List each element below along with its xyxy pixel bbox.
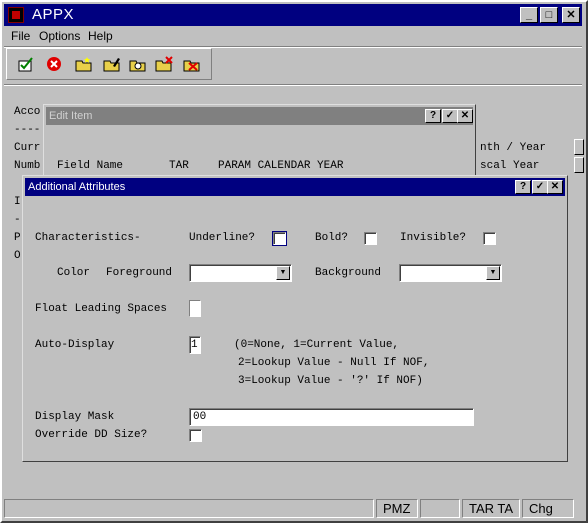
bg-line-3: Curr xyxy=(14,142,41,154)
foreground-select[interactable]: ▼ xyxy=(189,264,292,282)
bg-right-line-1: nth / Year xyxy=(480,142,547,154)
check-icon[interactable] xyxy=(17,56,35,72)
status-cell-pmz: PMZ xyxy=(376,499,418,518)
auto-help-line-3: 3=Lookup Value - '?' If NOF) xyxy=(238,375,423,387)
edit-item-ok-button[interactable]: ✓ xyxy=(442,109,458,123)
color-label: Color xyxy=(57,267,91,279)
edit-item-titlebar: Edit Item ? ✓ ✕ xyxy=(46,107,473,125)
auto-help-line-2: 2=Lookup Value - Null If NOF, xyxy=(238,357,430,369)
minimize-button[interactable]: _ xyxy=(520,7,538,23)
bold-label: Bold? xyxy=(315,232,349,244)
status-cell-tar: TAR TA xyxy=(462,499,520,518)
attr-dialog-title: Additional Attributes xyxy=(28,181,126,193)
edit-item-help-button[interactable]: ? xyxy=(425,109,441,123)
close-button[interactable]: ✕ xyxy=(562,7,580,23)
float-leading-label: Float Leading Spaces xyxy=(35,303,168,315)
maximize-button[interactable]: □ xyxy=(540,7,558,23)
chevron-down-icon[interactable]: ▼ xyxy=(486,266,500,280)
additional-attributes-dialog: Additional Attributes ? ✓ ✕ Characterist… xyxy=(22,175,568,462)
menu-bar: File Options Help xyxy=(4,28,582,46)
stop-icon[interactable] xyxy=(45,56,63,72)
folder-add-icon[interactable] xyxy=(75,56,93,72)
attr-help-button[interactable]: ? xyxy=(515,180,531,194)
folder-search-icon[interactable] xyxy=(129,56,147,72)
characteristics-label: Characteristics- xyxy=(35,232,141,244)
field-name-value: TAR xyxy=(169,160,189,172)
bold-checkbox[interactable] xyxy=(364,232,377,245)
background-label: Background xyxy=(315,267,382,279)
bg-line-8: O xyxy=(14,250,21,262)
attr-close-button[interactable]: ✕ xyxy=(547,180,563,194)
title-bar: APPX _ □ ✕ xyxy=(4,4,582,26)
bg-line-7: P xyxy=(14,232,21,244)
menu-help[interactable]: Help xyxy=(88,29,113,43)
attr-ok-button[interactable]: ✓ xyxy=(532,180,548,194)
chevron-down-icon[interactable]: ▼ xyxy=(276,266,290,280)
edit-item-close-button[interactable]: ✕ xyxy=(457,109,473,123)
folder-cancel-icon[interactable] xyxy=(183,56,201,72)
menu-options[interactable]: Options xyxy=(39,29,80,43)
attr-dialog-titlebar: Additional Attributes ? ✓ ✕ xyxy=(25,178,565,196)
status-cell-message xyxy=(4,499,374,518)
edit-item-title: Edit Item xyxy=(49,110,93,122)
status-cell-empty xyxy=(420,499,460,518)
edit-item-window: Edit Item ? ✓ ✕ Field Name TAR PARAM CAL… xyxy=(43,104,476,184)
display-mask-input[interactable]: 00 xyxy=(189,408,474,426)
invisible-label: Invisible? xyxy=(400,232,467,244)
bg-right-checkbox-1[interactable] xyxy=(574,139,584,155)
float-leading-field[interactable] xyxy=(189,300,201,317)
folder-edit-icon[interactable] xyxy=(103,56,121,72)
background-select[interactable]: ▼ xyxy=(399,264,502,282)
bg-right-checkbox-2[interactable] xyxy=(574,157,584,173)
auto-help-line-1: (0=None, 1=Current Value, xyxy=(234,339,400,351)
display-mask-label: Display Mask xyxy=(35,411,115,423)
folder-delete-icon[interactable] xyxy=(155,56,173,72)
window-title: APPX xyxy=(32,6,75,23)
bg-line-2: ---- xyxy=(14,124,41,136)
appx-logo-icon xyxy=(8,7,24,23)
toolbar-divider xyxy=(4,84,582,86)
status-bar: PMZ TAR TA Chg xyxy=(4,499,582,519)
status-cell-mode: Chg xyxy=(522,499,574,518)
auto-display-input[interactable]: 1 xyxy=(189,336,201,354)
underline-label: Underline? xyxy=(189,232,256,244)
bg-line-1: Acco xyxy=(14,106,41,118)
bg-right-line-2: scal Year xyxy=(480,160,540,172)
auto-display-label: Auto-Display xyxy=(35,339,115,351)
bg-line-5: I xyxy=(14,196,21,208)
override-dd-label: Override DD Size? xyxy=(35,429,148,441)
field-description: PARAM CALENDAR YEAR xyxy=(218,160,344,172)
invisible-checkbox[interactable] xyxy=(483,232,496,245)
field-name-label: Field Name xyxy=(57,160,124,172)
menu-file[interactable]: File xyxy=(11,29,30,43)
bg-line-6: - xyxy=(14,214,21,226)
foreground-label: Foreground xyxy=(106,267,173,279)
toolbar xyxy=(6,48,212,80)
override-dd-checkbox[interactable] xyxy=(189,429,202,442)
underline-checkbox[interactable] xyxy=(272,231,287,246)
bg-line-4: Numb xyxy=(14,160,41,172)
